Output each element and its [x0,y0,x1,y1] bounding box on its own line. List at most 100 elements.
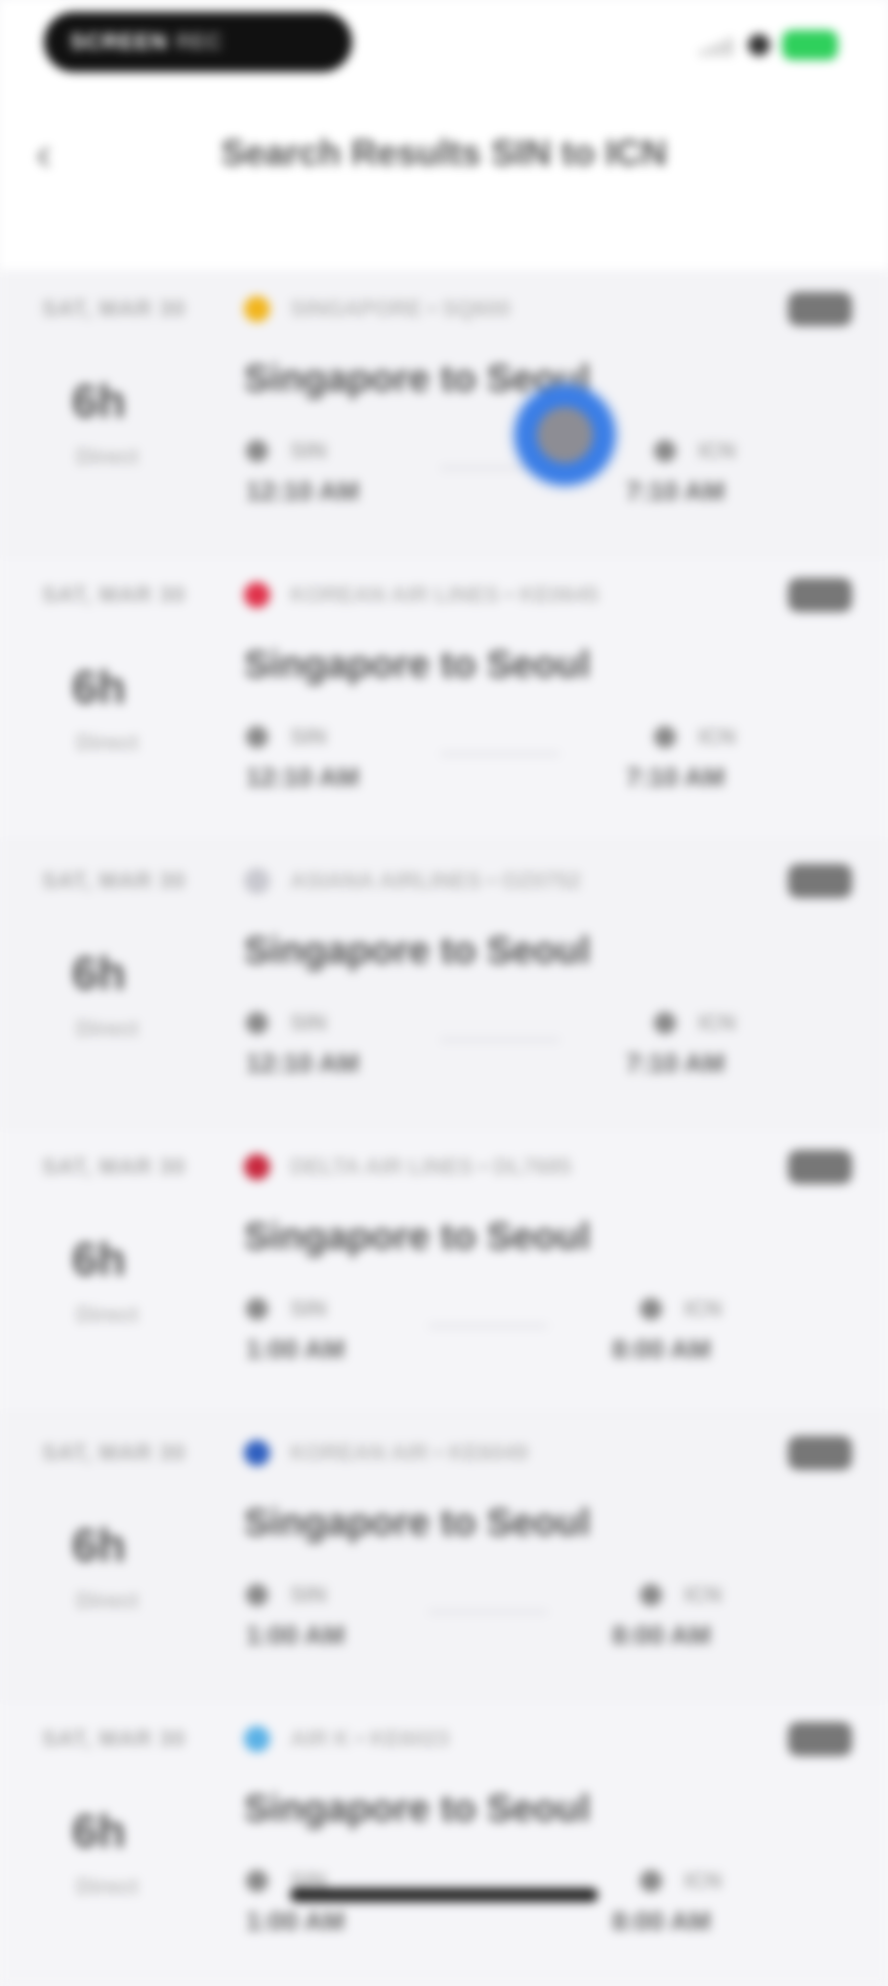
status-badge: NEW [788,292,852,326]
departure-code: SIN [290,1010,327,1035]
arrival-plane-icon [640,1584,662,1606]
departure-time: 1:00 AM [246,1620,345,1650]
airline-logo-icon [244,1440,270,1466]
arrival-plane-icon [654,1012,676,1034]
flight-duration: 6h [72,947,126,999]
airline-name: AIR K • KE6023 [290,1726,450,1751]
departure-plane-icon [246,1870,268,1892]
flight-route: Singapore to Seoul [244,1788,591,1830]
departure-time: 1:00 AM [246,1334,345,1364]
pill-subtext: REC [175,29,223,54]
flight-stops: Direct [76,730,139,755]
departure-plane-icon [246,1298,268,1320]
screen-recording-pill[interactable]: SCREEN REC [44,12,352,72]
flight-stops: Direct [76,1874,139,1899]
wifi-icon [748,34,770,56]
departure-code: SIN [290,724,327,749]
route-connector-line [440,1038,560,1042]
flight-duration: 6h [72,1519,126,1571]
departure-plane-icon [246,1012,268,1034]
touch-indicator [516,386,614,484]
airline-logo-icon [244,868,270,894]
departure-code: SIN [290,1582,327,1607]
flight-card[interactable]: SAT, MAR 30 KOREAN AIR LINES • KE0645 NE… [0,556,888,842]
flight-duration: 6h [72,661,126,713]
arrival-time: 8:00 AM [612,1620,711,1650]
flight-card[interactable]: SAT, MAR 30 ASIANA AIRLINES • OZ0752 NEW… [0,842,888,1128]
flight-duration: 6h [72,1233,126,1285]
airline-name: ASIANA AIRLINES • OZ0752 [290,868,581,893]
departure-time: 12:10 AM [246,1048,360,1078]
flight-stops: Direct [76,1302,139,1327]
flight-route: Singapore to Seoul [244,930,591,972]
flight-stops: Direct [76,1016,139,1041]
home-indicator[interactable] [290,1888,598,1902]
departure-code: SIN [290,438,327,463]
arrival-plane-icon [654,440,676,462]
arrival-time: 8:00 AM [612,1906,711,1936]
flight-duration: 6h [72,375,126,427]
page-title: Search Results SIN to ICN [220,132,668,173]
flight-card[interactable]: SAT, MAR 30 SINGAPORE • SQ600 NEW 6h Dir… [0,270,888,556]
arrival-plane-icon [640,1298,662,1320]
status-icons [700,30,838,60]
departure-plane-icon [246,1584,268,1606]
header: ‹ Search Results SIN to ICN [0,90,888,270]
status-badge: NEW [788,1722,852,1756]
arrival-time: 7:10 AM [626,1048,725,1078]
flight-route: Singapore to Seoul [244,644,591,686]
flight-route: Singapore to Seoul [244,1216,591,1258]
arrival-time: 7:10 AM [626,476,725,506]
flight-date: SAT, MAR 30 [42,582,186,607]
airline-name: KOREAN AIR • KE6049 [290,1440,528,1465]
arrival-code: ICN [698,1010,736,1035]
arrival-plane-icon [640,1870,662,1892]
arrival-code: ICN [684,1868,722,1893]
airline-name: DELTA AIR LINES • DL7685 [290,1154,572,1179]
flight-date: SAT, MAR 30 [42,296,186,321]
flight-date: SAT, MAR 30 [42,1726,186,1751]
flight-date: SAT, MAR 30 [42,1440,186,1465]
flight-stops: Direct [76,444,139,469]
app-screen: SCREEN REC ‹ Search Results SIN to ICN S… [0,0,888,1986]
route-connector-line [428,1610,548,1614]
departure-time: 12:10 AM [246,762,360,792]
flight-card[interactable]: SAT, MAR 30 AIR K • KE6023 NEW 6h Direct… [0,1700,888,1986]
airline-logo-icon [244,296,270,322]
airline-name: SINGAPORE • SQ600 [290,296,511,321]
departure-code: SIN [290,1296,327,1321]
flight-date: SAT, MAR 30 [42,868,186,893]
airline-name: KOREAN AIR LINES • KE0645 [290,582,599,607]
departure-plane-icon [246,726,268,748]
signal-icon [700,34,736,56]
arrival-code: ICN [698,724,736,749]
departure-plane-icon [246,440,268,462]
arrival-time: 8:00 AM [612,1334,711,1364]
departure-time: 12:10 AM [246,476,360,506]
flight-results-list: SAT, MAR 30 SINGAPORE • SQ600 NEW 6h Dir… [0,270,888,1986]
pill-text: SCREEN [70,29,168,54]
flight-stops: Direct [76,1588,139,1613]
departure-time: 1:00 AM [246,1906,345,1936]
battery-icon [782,30,838,60]
arrival-time: 7:10 AM [626,762,725,792]
route-connector-line [440,752,560,756]
status-badge: NEW [788,864,852,898]
arrival-code: ICN [684,1296,722,1321]
status-badge: NEW [788,1150,852,1184]
flight-card[interactable]: SAT, MAR 30 KOREAN AIR • KE6049 NEW 6h D… [0,1414,888,1700]
flight-card[interactable]: SAT, MAR 30 DELTA AIR LINES • DL7685 NEW… [0,1128,888,1414]
arrival-plane-icon [654,726,676,748]
flight-route: Singapore to Seoul [244,1502,591,1544]
airline-logo-icon [244,1154,270,1180]
flight-date: SAT, MAR 30 [42,1154,186,1179]
flight-duration: 6h [72,1805,126,1857]
airline-logo-icon [244,582,270,608]
route-connector-line [428,1324,548,1328]
arrival-code: ICN [684,1582,722,1607]
status-badge: NEW [788,578,852,612]
touch-dot [537,407,593,463]
airline-logo-icon [244,1726,270,1752]
status-badge: NEW [788,1436,852,1470]
arrival-code: ICN [698,438,736,463]
